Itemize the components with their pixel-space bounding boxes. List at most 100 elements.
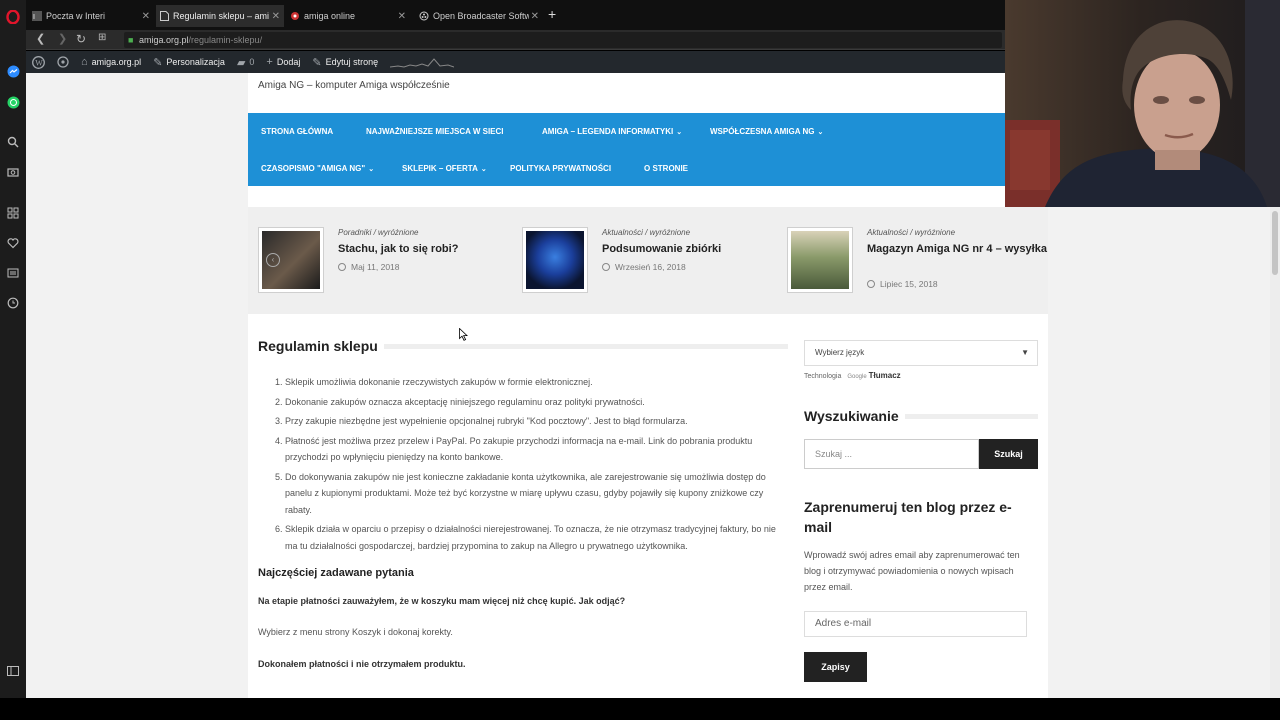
clock-icon: [867, 280, 875, 288]
menu-label: CZASOPISMO "AMIGA NG": [261, 164, 366, 173]
wp-edit-link[interactable]: ✎ Edytuj stronę: [312, 56, 378, 69]
faq-heading: Najczęściej zadawane pytania: [258, 567, 414, 579]
featured-category[interactable]: Poradniki / wyróżnione: [338, 228, 418, 237]
list-item: Dokonanie zakupów oznacza akceptację nin…: [285, 394, 788, 411]
news-icon[interactable]: [5, 265, 21, 281]
wp-customize-link[interactable]: ✎ Personalizacja: [153, 56, 225, 69]
search-widget-title: Wyszukiwanie: [804, 406, 1038, 426]
date-text: Wrzesień 16, 2018: [615, 262, 686, 272]
menu-item-places[interactable]: NAJWAŻNIEJSZE MIEJSCA W SIECI: [366, 127, 504, 136]
apps-icon[interactable]: [5, 205, 21, 221]
featured-title[interactable]: Stachu, jak to się robi?: [338, 241, 518, 258]
list-item: Sklepik działa w oparciu o przepisy o dz…: [285, 521, 788, 554]
wp-edit-label: Edytuj stronę: [325, 57, 379, 67]
search-button[interactable]: Szukaj: [979, 439, 1038, 469]
email-field[interactable]: Adres e-mail: [804, 611, 1027, 637]
wp-site-link[interactable]: ⌂ amiga.org.pl: [81, 56, 141, 68]
comment-icon: ▰: [236, 56, 246, 69]
translate-powered-text: Technologia: [804, 373, 842, 380]
title-divider: [383, 343, 788, 349]
forward-icon[interactable]: ❯: [58, 32, 67, 45]
webcam-overlay: [1005, 0, 1280, 207]
close-tab-icon[interactable]: ✕: [142, 11, 150, 22]
search-form: Szukaj ... Szukaj: [804, 439, 1038, 469]
wordpress-icon: W: [32, 55, 45, 69]
faq-answer: Wybierz z menu strony Koszyk i dokonaj k…: [258, 627, 453, 637]
translate-link[interactable]: Tłumacz: [869, 371, 901, 380]
whatsapp-icon[interactable]: [5, 94, 21, 110]
tab-poczta[interactable]: I Poczta w Interi ✕: [28, 6, 154, 26]
featured-title[interactable]: Podsumowanie zbiórki: [602, 241, 782, 258]
language-select-value: Wybierz język: [815, 348, 865, 357]
scrollbar-thumb[interactable]: [1272, 211, 1278, 275]
rules-list: Sklepik umożliwia dokonanie rzeczywistyc…: [258, 374, 788, 554]
widget-title-text: Wyszukiwanie: [804, 408, 899, 424]
menu-item-shop[interactable]: SKLEPIK – OFERTA ⌄: [402, 164, 487, 173]
interia-favicon-icon: I: [32, 11, 42, 21]
camera-icon[interactable]: [5, 164, 21, 180]
date-text: Lipiec 15, 2018: [880, 279, 938, 289]
menu-item-modern[interactable]: WSPÓŁCZESNA AMIGA NG ⌄: [710, 127, 823, 136]
featured-thumbnail[interactable]: [522, 227, 588, 293]
tab-regulamin[interactable]: Regulamin sklepu – amiga.org.pl ✕: [156, 5, 284, 27]
page-title: Regulamin sklepu: [258, 338, 788, 354]
close-tab-icon[interactable]: ✕: [531, 11, 539, 22]
reader-icon: [57, 56, 69, 68]
list-item: Płatność jest możliwa przez przelew i Pa…: [285, 433, 788, 466]
list-item: Przy zakupie niezbędne jest wypełnienie …: [285, 413, 788, 430]
lock-icon: ■: [128, 35, 134, 45]
chevron-down-icon: ⌄: [817, 129, 824, 136]
plus-icon: +: [266, 56, 273, 68]
chevron-down-icon: ⌄: [676, 129, 683, 136]
new-tab-button[interactable]: +: [548, 6, 556, 22]
tabs-grid-icon[interactable]: ⊞: [98, 32, 106, 43]
featured-thumbnail[interactable]: [787, 227, 853, 293]
opera-logo-icon[interactable]: [5, 9, 21, 25]
back-icon[interactable]: ❮: [36, 32, 45, 45]
featured-category[interactable]: Aktualności / wyróżnione: [602, 228, 690, 237]
widget-title-text: Zaprenumeruj ten blog przez e-mail: [804, 499, 1012, 535]
tab-obs[interactable]: Open Broadcaster Software ✕: [415, 6, 543, 26]
page-scrollbar[interactable]: [1270, 207, 1280, 698]
search-input[interactable]: Szukaj ...: [804, 439, 979, 469]
reload-icon[interactable]: ↻: [76, 32, 86, 46]
url-field[interactable]: ■ amiga.org.pl/regulamin-sklepu/: [124, 32, 1002, 48]
wp-comments-link[interactable]: ▰ 0: [237, 56, 254, 69]
menu-item-magazine[interactable]: CZASOPISMO "AMIGA NG" ⌄: [261, 164, 374, 173]
stats-sparkline-icon: [390, 58, 455, 68]
messenger-icon[interactable]: [5, 63, 21, 79]
sidebar: Wybierz język ▼ Technologia Google Tłumac…: [804, 340, 1038, 682]
sidebar-toggle-icon: [7, 666, 19, 676]
close-tab-icon[interactable]: ✕: [272, 11, 280, 22]
menu-item-about[interactable]: O STRONIE: [644, 164, 688, 173]
tab-title: amiga online: [304, 11, 356, 21]
wp-site-label: amiga.org.pl: [91, 57, 142, 67]
svg-text:I: I: [33, 14, 35, 21]
url-path: /regulamin-sklepu/: [188, 35, 263, 45]
menu-item-privacy[interactable]: POLITYKA PRYWATNOŚCI: [510, 164, 611, 173]
heart-icon[interactable]: [5, 235, 21, 251]
featured-category[interactable]: Aktualności / wyróżnione: [867, 228, 955, 237]
wp-reader-button[interactable]: [57, 56, 69, 68]
featured-date: Maj 11, 2018: [338, 262, 400, 272]
google-logo-text: Google: [847, 374, 867, 380]
mouse-cursor-icon: [459, 328, 468, 341]
language-select[interactable]: Wybierz język ▼: [804, 340, 1038, 366]
clock-icon: [602, 263, 610, 271]
featured-title[interactable]: Magazyn Amiga NG nr 4 – wysyłka: [867, 241, 1047, 258]
slider-prev-icon[interactable]: ‹: [266, 253, 280, 267]
faq-question: Dokonałem płatności i nie otrzymałem pro…: [258, 659, 466, 669]
close-tab-icon[interactable]: ✕: [398, 11, 406, 22]
subscribe-button[interactable]: Zapisy: [804, 652, 867, 682]
thumb-image: [526, 231, 584, 289]
history-icon[interactable]: [5, 295, 21, 311]
svg-text:W: W: [35, 58, 43, 67]
tab-amiga-online[interactable]: amiga online ✕: [286, 6, 410, 26]
faq-question: Na etapie płatności zauważyłem, że w kos…: [258, 596, 626, 606]
menu-label: O STRONIE: [644, 164, 689, 173]
wp-logo-button[interactable]: W: [32, 55, 45, 69]
menu-item-legend[interactable]: AMIGA – LEGENDA INFORMATYKI ⌄: [542, 127, 682, 136]
wp-add-link[interactable]: + Dodaj: [266, 56, 300, 68]
search-icon[interactable]: [5, 134, 21, 150]
menu-item-home[interactable]: STRONA GŁÓWNA: [261, 127, 333, 136]
